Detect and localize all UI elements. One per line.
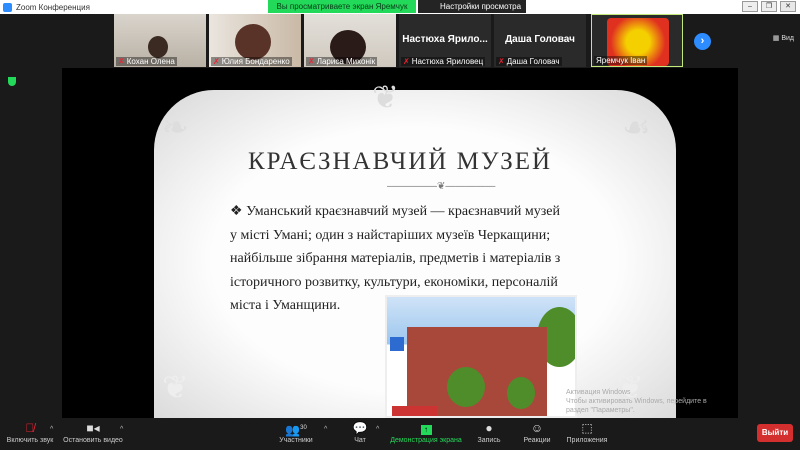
participant-display-name: Настюха Ярило...	[402, 34, 488, 45]
encryption-shield-icon[interactable]	[8, 77, 16, 86]
participant-video	[148, 36, 168, 58]
participant-strip: ✗ Кохан Олена ✗ Юлия Бондаренко ✗ Лариса Ми…	[0, 14, 800, 68]
chat-bubble-icon: 💬	[352, 421, 368, 435]
participants-count: 30	[300, 425, 307, 431]
window-title: Zoom Конференция	[16, 2, 90, 12]
video-options-caret-icon[interactable]: ^	[120, 426, 123, 433]
bullet-icon: ❖	[230, 204, 243, 219]
view-label: Вид	[781, 35, 794, 42]
zoom-logo-icon	[3, 2, 12, 12]
video-camera-icon: ■◂	[86, 421, 100, 435]
muted-mic-icon: ✗	[118, 57, 125, 66]
participant-tile[interactable]: ✗ Юлия Бондаренко	[209, 14, 301, 67]
share-arrow-icon: ↑	[420, 425, 432, 435]
participant-name: Даша Головач	[506, 57, 560, 66]
share-screen-button[interactable]: ↑ Демонстрация экрана	[388, 420, 464, 444]
watermark-line: Чтобы активировать Windows, перейдите в …	[566, 398, 707, 414]
participants-label: Участники	[279, 437, 313, 444]
reactions-label: Реакции	[523, 437, 551, 444]
watermark-line: Активация Windows	[566, 389, 631, 396]
participant-tile[interactable]: Настюха Ярило... ✗ Настюха Яриловец	[399, 14, 491, 67]
restore-button[interactable]: ❐	[761, 1, 777, 12]
title-divider: ―――――❦―――――	[387, 181, 496, 192]
slide-title: КРАЄЗНАВЧИЙ МУЗЕЙ	[248, 148, 553, 175]
sharing-banner: Вы просматриваете экран Яремчук Іван	[268, 0, 416, 24]
participants-icon: 👥30	[285, 423, 307, 437]
participants-caret-icon[interactable]: ^	[324, 426, 327, 433]
ornament-icon: ❦	[372, 79, 399, 115]
participant-name: Лариса Михонік	[316, 57, 376, 66]
chat-label: Чат	[354, 437, 366, 444]
record-button[interactable]: ● Запись	[474, 420, 504, 444]
muted-mic-icon: ✗	[403, 57, 410, 66]
unmute-button[interactable]: 🎙̸ Включить звук	[4, 420, 56, 444]
museum-photo	[385, 295, 577, 418]
participant-video	[235, 24, 271, 60]
apps-label: Приложения	[566, 437, 608, 444]
muted-mic-icon: 🎙̸	[25, 421, 35, 435]
ornament-icon: ☙	[622, 109, 651, 145]
participant-name: Кохан Олена	[126, 57, 175, 66]
record-label: Запись	[477, 437, 501, 444]
stop-video-button[interactable]: ■◂ Остановить видео	[62, 420, 124, 444]
participant-tile[interactable]: Даша Головач ✗ Даша Головач	[494, 14, 586, 67]
windows-activation-watermark: Активация Windows Чтобы активировать Wind…	[566, 388, 726, 415]
reactions-button[interactable]: ☺ Реакции	[520, 420, 554, 444]
audio-options-caret-icon[interactable]: ^	[50, 426, 53, 433]
minimize-button[interactable]: –	[742, 1, 758, 12]
muted-mic-icon: ✗	[498, 57, 505, 66]
participant-tile[interactable]: ✗ Лариса Михонік	[304, 14, 396, 67]
chat-button[interactable]: 💬 Чат	[348, 420, 372, 444]
ornament-icon: ❧	[162, 109, 189, 145]
apps-button[interactable]: ⬚ Приложения	[564, 420, 610, 444]
participant-name: Настюха Яриловец	[411, 57, 484, 66]
participant-tile-active[interactable]: Яремчук Іван	[591, 14, 683, 67]
next-page-chevron-icon[interactable]: ›	[694, 33, 711, 50]
unmute-label: Включить звук	[6, 437, 54, 444]
participant-display-name: Даша Головач	[505, 34, 575, 45]
apps-icon: ⬚	[581, 421, 593, 435]
chat-caret-icon[interactable]: ^	[376, 426, 379, 433]
shared-screen: ❦ ❧ ☙ ❦ ❦ КРАЄЗНАВЧИЙ МУЗЕЙ ―――――❦――――― …	[62, 68, 738, 418]
participant-name: Яремчук Іван	[596, 56, 646, 65]
smiley-plus-icon: ☺	[530, 421, 544, 435]
participant-tile[interactable]: ✗ Кохан Олена	[114, 14, 206, 67]
record-icon: ●	[485, 421, 493, 435]
muted-mic-icon: ✗	[308, 57, 315, 66]
stop-video-label: Остановить видео	[63, 437, 123, 444]
participants-button[interactable]: 👥30 Участники	[276, 420, 316, 444]
close-button[interactable]: ✕	[780, 1, 796, 12]
ornament-icon: ❦	[162, 369, 189, 405]
view-options-button[interactable]: Настройки просмотра ⌄	[418, 0, 526, 24]
participant-name: Юлия Бондаренко	[221, 57, 290, 66]
meeting-toolbar: 🎙̸ Включить звук ^ ■◂ Остановить видео ^ 👥…	[0, 418, 800, 450]
muted-mic-icon: ✗	[213, 57, 220, 66]
view-button[interactable]: ▦ Вид	[773, 34, 794, 42]
leave-button[interactable]: Выйти	[757, 424, 793, 442]
share-label: Демонстрация экрана	[390, 437, 462, 444]
